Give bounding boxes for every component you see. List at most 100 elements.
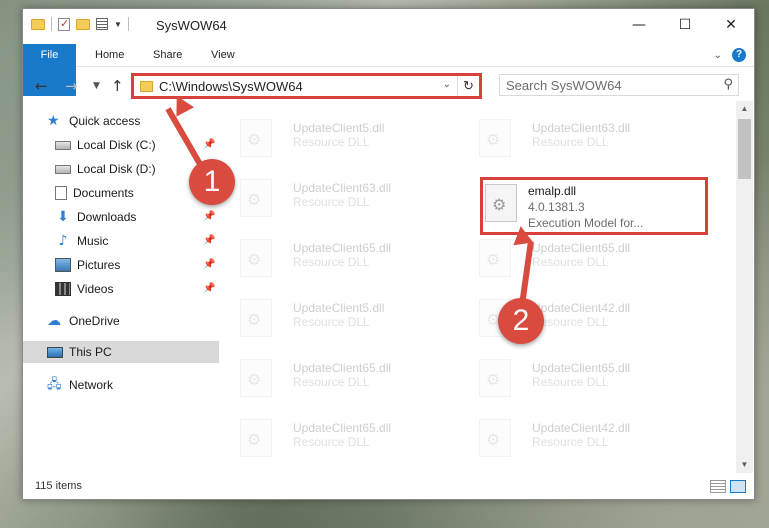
file-name: UpdateClient65.dll [293, 361, 392, 375]
file-item[interactable]: UpdateClient42.dll Resource DLL [459, 291, 684, 343]
file-name: UpdateClient65.dll [293, 241, 392, 255]
sidebar-item-downloads[interactable]: ⬇ Downloads 📌 [55, 206, 219, 228]
item-count: 115 items [35, 480, 82, 492]
file-description: Resource DLL [532, 135, 609, 149]
file-description: Resource DLL [293, 315, 370, 329]
pin-icon[interactable]: 📌 [203, 211, 215, 222]
sidebar-item-label: Documents [73, 186, 134, 200]
view-switcher [710, 480, 746, 493]
music-icon: ♪ [58, 233, 68, 249]
file-name: emalp.dll [528, 184, 577, 198]
file-description: Resource DLL [532, 435, 609, 449]
file-item[interactable]: UpdateClient42.dll Resource DLL [459, 411, 684, 463]
annotation-step-1: 1 [189, 159, 235, 205]
back-arrow-icon[interactable]: ← [35, 77, 48, 95]
address-row: ← → ▼ ↑ C:\Windows\SysWOW64 ⌄ ↻ Search S… [23, 71, 754, 101]
drive-icon [55, 140, 71, 150]
file-item[interactable]: UpdateClient65.dll Resource DLL [220, 231, 445, 283]
file-name: UpdateClient63.dll [532, 121, 631, 135]
close-button[interactable]: ✕ [708, 9, 754, 41]
tab-view[interactable]: View [197, 44, 249, 67]
file-item[interactable]: UpdateClient63.dll Resource DLL [459, 111, 684, 163]
sidebar-item-videos[interactable]: Videos 📌 [55, 278, 219, 300]
sidebar-item-quick-access[interactable]: ★ Quick access [47, 110, 140, 132]
sidebar-item-music[interactable]: ♪ Music 📌 [55, 230, 219, 252]
dll-file-icon [240, 299, 272, 337]
file-name: UpdateClient65.dll [532, 361, 631, 375]
sidebar-item-this-pc[interactable]: This PC [23, 341, 219, 363]
dll-file-icon [240, 239, 272, 277]
file-item[interactable]: UpdateClient65.dll Resource DLL [220, 411, 445, 463]
file-description: Execution Model for... [528, 216, 644, 230]
scroll-up-icon[interactable]: ▲ [736, 101, 753, 117]
refresh-icon[interactable]: ↻ [457, 76, 479, 96]
up-arrow-icon[interactable]: ↑ [111, 77, 124, 95]
sidebar-item-label: OneDrive [69, 314, 120, 328]
file-item[interactable]: UpdateClient63.dll Resource DLL [220, 171, 445, 223]
new-folder-icon[interactable] [76, 18, 90, 30]
customize-view-icon[interactable] [96, 18, 108, 30]
status-bar: 115 items [23, 475, 754, 499]
minimize-button[interactable]: — [616, 9, 662, 41]
help-icon[interactable]: ? [732, 48, 746, 62]
onedrive-icon: ☁ [47, 313, 61, 329]
search-input[interactable]: Search SysWOW64 ⚲ [499, 74, 739, 96]
title-bar: ▼ SysWOW64 — ☐ ✕ [23, 9, 754, 41]
sidebar-item-label: Network [69, 378, 114, 392]
file-description: Resource DLL [293, 435, 370, 449]
file-description: Resource DLL [293, 375, 370, 389]
file-item[interactable]: UpdateClient5.dll Resource DLL [220, 111, 445, 163]
file-name: UpdateClient5.dll [293, 301, 385, 315]
search-icon[interactable]: ⚲ [723, 77, 733, 92]
file-version: 4.0.1381.3 [528, 200, 585, 214]
maximize-button[interactable]: ☐ [662, 9, 708, 41]
sidebar-item-network[interactable]: 🖧 Network [47, 374, 113, 396]
dll-file-icon [240, 359, 272, 397]
file-name: UpdateClient65.dll [532, 241, 631, 255]
sidebar-item-label: Local Disk (C:) [77, 138, 156, 152]
sidebar-item-label: Videos [77, 282, 114, 296]
sidebar-item-onedrive[interactable]: ☁ OneDrive [47, 310, 120, 332]
file-name: UpdateClient65.dll [293, 421, 392, 435]
tab-home[interactable]: Home [81, 44, 138, 67]
vertical-scrollbar[interactable]: ▲ ▼ [736, 101, 753, 473]
file-item[interactable]: UpdateClient65.dll Resource DLL [459, 351, 684, 403]
address-dropdown-icon[interactable]: ⌄ [443, 79, 451, 90]
window-title: SysWOW64 [156, 18, 227, 33]
address-path[interactable]: C:\Windows\SysWOW64 [159, 79, 303, 94]
sidebar-item-local-disk-d[interactable]: Local Disk (D:) [55, 158, 156, 180]
large-icons-view-icon[interactable] [730, 480, 746, 493]
forward-arrow-icon[interactable]: → [65, 77, 78, 95]
window-controls: — ☐ ✕ [616, 9, 754, 41]
pin-icon[interactable]: 📌 [203, 259, 215, 270]
details-view-icon[interactable] [710, 480, 726, 493]
file-description: Resource DLL [293, 195, 370, 209]
dll-file-icon [240, 179, 272, 217]
dll-file-icon [240, 419, 272, 457]
dll-file-icon [479, 119, 511, 157]
properties-icon[interactable] [58, 17, 70, 31]
expand-ribbon-icon[interactable]: ⌄ [714, 50, 722, 61]
tab-share[interactable]: Share [139, 44, 196, 67]
sidebar-item-pictures[interactable]: Pictures 📌 [55, 254, 219, 276]
recent-locations-icon[interactable]: ▼ [93, 81, 100, 91]
toolbar-separator [127, 17, 129, 31]
folder-icon[interactable] [31, 18, 45, 30]
search-placeholder: Search SysWOW64 [506, 78, 622, 93]
file-item[interactable]: UpdateClient5.dll Resource DLL [220, 291, 445, 343]
sidebar-item-label: This PC [69, 345, 112, 359]
pin-icon[interactable]: 📌 [203, 139, 215, 150]
scroll-down-icon[interactable]: ▼ [736, 457, 753, 473]
scroll-thumb[interactable] [738, 119, 751, 179]
dll-file-icon [479, 239, 511, 277]
ribbon-tabs: File Home Share View ⌄ ? [23, 44, 754, 96]
file-item[interactable]: UpdateClient65.dll Resource DLL [459, 231, 684, 283]
dll-file-icon [479, 419, 511, 457]
file-item[interactable]: UpdateClient65.dll Resource DLL [220, 351, 445, 403]
file-description: Resource DLL [532, 255, 609, 269]
network-icon: 🖧 [47, 377, 62, 392]
downloads-icon: ⬇ [57, 209, 69, 225]
customize-dropdown-icon[interactable]: ▼ [114, 20, 122, 29]
pin-icon[interactable]: 📌 [203, 235, 215, 246]
pin-icon[interactable]: 📌 [203, 283, 215, 294]
